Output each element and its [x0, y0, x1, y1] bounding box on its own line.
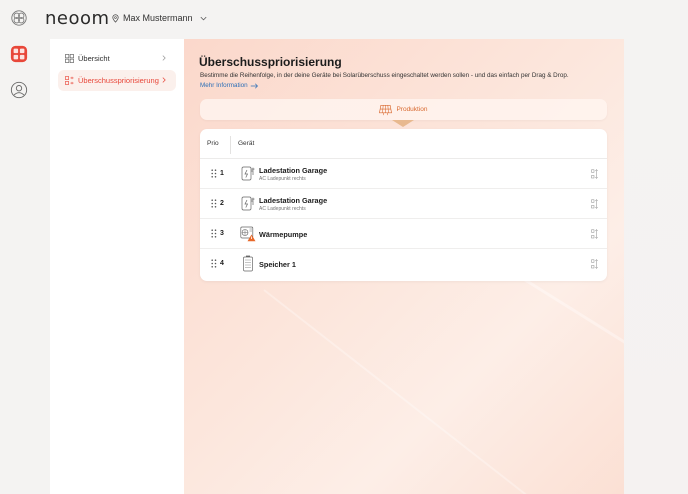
drag-handle-icon[interactable] — [211, 169, 217, 178]
subnav-label: Übersicht — [78, 54, 110, 63]
drag-handle-icon[interactable] — [211, 229, 217, 238]
drag-handle-icon[interactable] — [211, 259, 217, 268]
priority-table: Prio Gerät 1 Ladestation Garage AC Ladep… — [200, 129, 607, 281]
device-subtitle: AC Ladepunkt rechts — [259, 176, 306, 182]
brand-logo[interactable]: neoom — [45, 7, 110, 29]
column-header-prio: Prio — [207, 140, 219, 147]
device-name: Speicher 1 — [259, 260, 296, 269]
page-title: Überschusspriorisierung — [199, 55, 342, 69]
app-logo-icon[interactable] — [9, 8, 29, 28]
device-name: Ladestation Garage — [259, 196, 328, 205]
more-info-label: Mehr Information — [200, 82, 248, 89]
table-row[interactable]: 2 Ladestation Garage AC Ladepunkt rechts — [200, 189, 607, 219]
brand-wordmark: neoom — [45, 7, 110, 29]
grid-icon — [65, 54, 74, 63]
row-priority-menu-icon[interactable] — [591, 259, 599, 269]
drag-handle-icon[interactable] — [211, 199, 217, 208]
app-rail — [0, 0, 38, 494]
flow-arrow-icon — [392, 120, 414, 127]
priority-number: 3 — [220, 230, 224, 237]
user-profile-icon[interactable] — [9, 80, 29, 100]
page-description: Bestimme die Reihenfolge, in der deine G… — [200, 72, 569, 79]
chevron-down-icon — [200, 16, 207, 20]
priority-number: 2 — [220, 200, 224, 207]
row-priority-menu-icon[interactable] — [591, 229, 599, 239]
heat-pump-warning-icon — [240, 226, 256, 242]
production-label: Produktion — [396, 106, 428, 113]
charging-station-icon — [241, 196, 255, 211]
column-divider — [230, 136, 231, 154]
arrow-right-icon — [250, 83, 258, 88]
more-info-link[interactable]: Mehr Information — [200, 82, 259, 89]
energy-management-icon[interactable] — [9, 44, 29, 64]
device-name: Ladestation Garage — [259, 166, 328, 175]
subnav-item-overview[interactable]: Übersicht — [58, 48, 176, 69]
battery-icon — [243, 255, 253, 272]
table-header: Prio Gerät — [200, 129, 607, 159]
location-pin-icon — [112, 13, 119, 23]
site-selector[interactable]: Max Mustermann — [111, 13, 208, 23]
solar-panel-icon — [379, 104, 393, 115]
subnav-item-surplus-priority[interactable]: Überschusspriorisierung — [58, 70, 176, 91]
subnav-label: Überschusspriorisierung — [78, 76, 159, 85]
priority-number: 4 — [220, 260, 224, 267]
table-row[interactable]: 1 Ladestation Garage AC Ladepunkt rechts — [200, 159, 607, 189]
main-content: Überschusspriorisierung Bestimme die Rei… — [184, 39, 624, 494]
production-source: Produktion — [200, 99, 607, 120]
secondary-sidebar: Übersicht Überschusspriorisierung — [50, 39, 184, 494]
chevron-right-icon — [162, 55, 166, 61]
row-priority-menu-icon[interactable] — [591, 169, 599, 179]
priority-list-icon — [65, 76, 74, 85]
table-row[interactable]: 3 Wärmepumpe — [200, 219, 607, 249]
page-background — [624, 39, 688, 494]
column-header-device: Gerät — [238, 140, 255, 147]
chevron-right-icon — [162, 77, 166, 83]
row-priority-menu-icon[interactable] — [591, 199, 599, 209]
device-subtitle: AC Ladepunkt rechts — [259, 206, 306, 212]
priority-number: 1 — [220, 170, 224, 177]
site-name: Max Mustermann — [123, 13, 193, 23]
charging-station-icon — [241, 166, 255, 181]
device-name: Wärmepumpe — [259, 230, 308, 239]
table-row[interactable]: 4 Speicher 1 — [200, 249, 607, 279]
